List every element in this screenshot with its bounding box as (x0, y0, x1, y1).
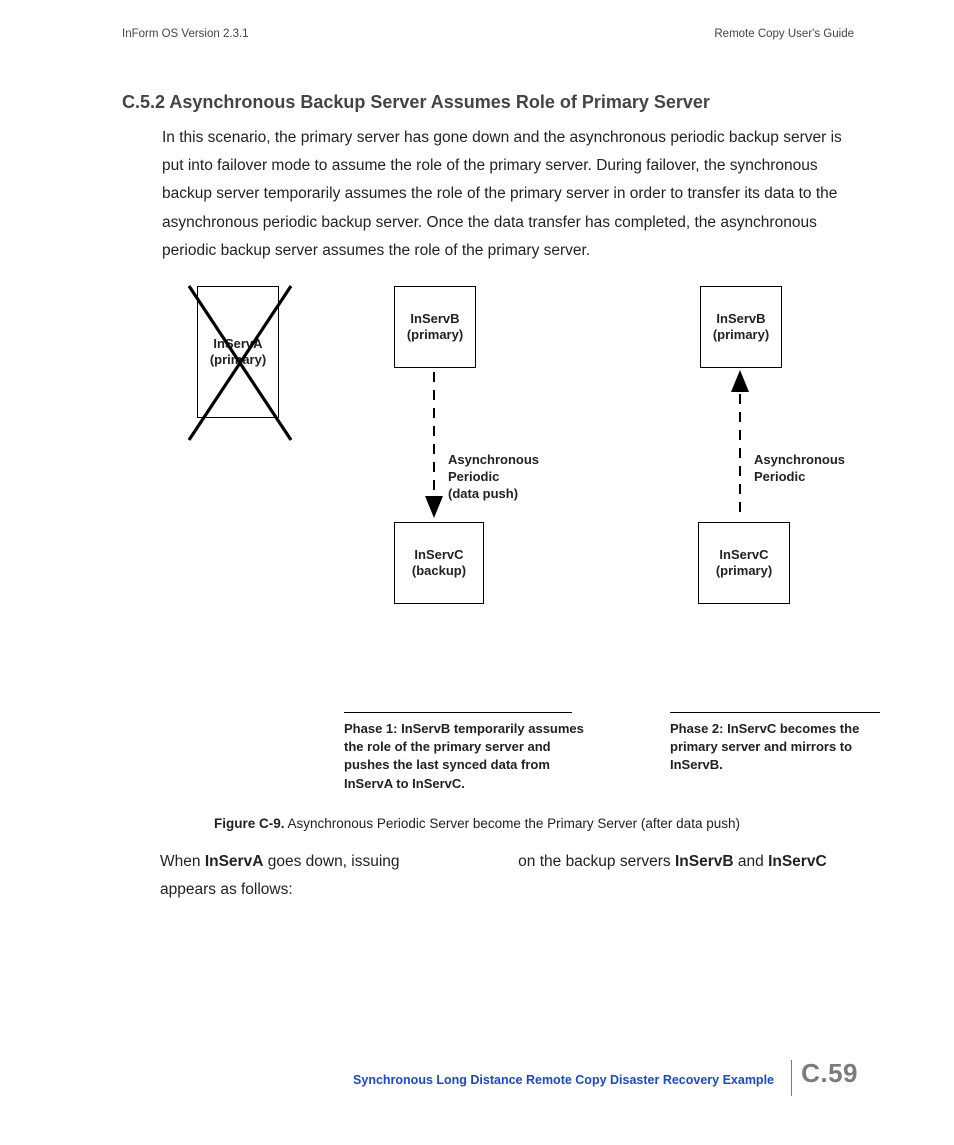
page: InForm OS Version 2.3.1 Remote Copy User… (0, 0, 954, 1145)
box-inserva: InServA (primary) (197, 286, 279, 418)
figure-caption-text: Asynchronous Periodic Server become the … (285, 816, 740, 831)
arrow-label-phase1-l1: Asynchronous (448, 452, 539, 469)
arrow-label-phase1: Asynchronous Periodic (data push) (448, 452, 539, 503)
phase2-caption: Phase 2: InServC becomes the primary ser… (670, 720, 890, 775)
figure-diagram: InServA (primary) InServB (primary) Asyn… (122, 272, 862, 812)
box-inservc1-name: InServC (414, 547, 463, 563)
phase2-rule (670, 712, 880, 713)
inserva-bold: InServA (205, 853, 264, 870)
box-inservc-phase2: InServC (primary) (698, 522, 790, 604)
t4: and (734, 853, 768, 870)
header-right: Remote Copy User's Guide (714, 28, 854, 40)
box-inservc2-name: InServC (719, 547, 768, 563)
box-inservb-phase1: InServB (primary) (394, 286, 476, 368)
arrow-label-phase2-l1: Asynchronous (754, 452, 845, 469)
cross-out-icon (185, 282, 295, 452)
arrow-label-phase2: Asynchronous Periodic (754, 452, 845, 486)
box-inservc2-role: (primary) (716, 563, 772, 579)
box-inservb2-role: (primary) (713, 327, 769, 343)
inservc-bold: InServC (768, 853, 827, 870)
box-inservb-phase2: InServB (primary) (700, 286, 782, 368)
header-left: InForm OS Version 2.3.1 (122, 28, 249, 40)
t5: appears as follows: (160, 881, 293, 898)
box-inservb1-role: (primary) (407, 327, 463, 343)
section-heading: C.5.2 Asynchronous Backup Server Assumes… (122, 92, 710, 113)
t1: When (160, 853, 205, 870)
footer-divider (791, 1060, 792, 1096)
footer-link[interactable]: Synchronous Long Distance Remote Copy Di… (353, 1073, 774, 1087)
figure-caption-label: Figure C-9. (214, 816, 285, 831)
after-paragraph: When InServA goes down, issuing on the b… (160, 848, 870, 904)
phase1-rule (344, 712, 572, 713)
box-inservc-phase1: InServC (backup) (394, 522, 484, 604)
arrow-label-phase1-l3: (data push) (448, 486, 539, 503)
page-number: C.59 (801, 1058, 858, 1089)
arrow-label-phase1-l2: Periodic (448, 469, 539, 486)
arrow-label-phase2-l2: Periodic (754, 469, 845, 486)
inservb-bold: InServB (675, 853, 734, 870)
box-inservb2-name: InServB (716, 311, 765, 327)
arrow-down-icon (422, 368, 446, 522)
box-inservb1-name: InServB (410, 311, 459, 327)
arrow-up-icon (728, 368, 752, 520)
t2: goes down, issuing (263, 853, 403, 870)
section-paragraph: In this scenario, the primary server has… (162, 124, 862, 265)
box-inservc1-role: (backup) (412, 563, 466, 579)
figure-caption: Figure C-9. Asynchronous Periodic Server… (0, 816, 954, 831)
phase1-caption: Phase 1: InServB temporarily assumes the… (344, 720, 594, 793)
t3: on the backup servers (514, 853, 675, 870)
